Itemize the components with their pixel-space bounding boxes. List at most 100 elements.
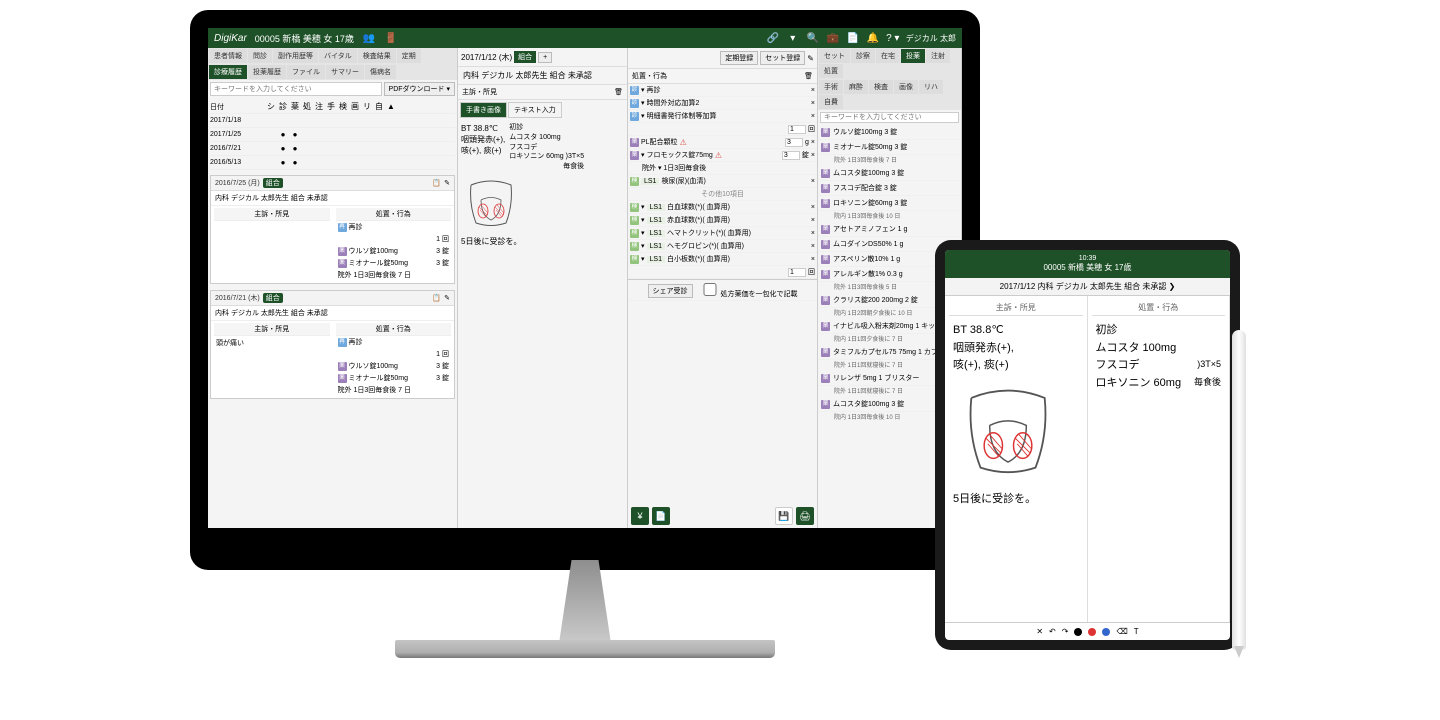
yen-button[interactable]: ¥: [631, 507, 649, 525]
drug-item[interactable]: 薬ウルソ錠100mg 3 錠: [818, 125, 961, 140]
edit-icon[interactable]: ✎: [444, 294, 450, 302]
close-icon[interactable]: ×: [811, 230, 815, 237]
search-input[interactable]: [210, 82, 382, 96]
pdf-download-button[interactable]: PDFダウンロード ▾: [384, 82, 455, 96]
drug-item[interactable]: 薬ロキソニン錠60mg 3 錠: [818, 196, 961, 211]
tab-regular[interactable]: 定期: [397, 49, 421, 63]
rtab-inject[interactable]: 注射: [926, 49, 950, 63]
share-button[interactable]: シェア受診: [648, 284, 693, 298]
tablet-handwriting-right[interactable]: 初診 ムコスタ 100mg フスコデ)3T×5 ロキソニン 60mg毎食後: [1092, 316, 1226, 398]
warning-icon: ⚠: [715, 151, 722, 160]
tab-interview[interactable]: 問診: [248, 49, 272, 63]
rtab-self[interactable]: 自費: [819, 95, 843, 109]
register-set-button[interactable]: セット登録: [760, 51, 805, 65]
rtab-rehab[interactable]: リハ: [919, 80, 943, 94]
print-button[interactable]: 🖨: [796, 507, 814, 525]
qty-input[interactable]: [788, 125, 806, 134]
color-blue[interactable]: [1102, 628, 1110, 636]
tab-handwrite[interactable]: 手書き画像: [460, 102, 507, 118]
warning-icon: ⚠: [680, 138, 687, 147]
rtab-image[interactable]: 画像: [894, 80, 918, 94]
drug-item[interactable]: 薬フスコデ配合錠 3 錠: [818, 181, 961, 196]
link-icon[interactable]: 🔗: [766, 31, 780, 45]
close-icon[interactable]: ×: [811, 178, 815, 185]
qty-input[interactable]: [782, 151, 800, 160]
copy-icon[interactable]: 📋: [432, 294, 441, 302]
tab-disease[interactable]: 傷病名: [365, 65, 396, 79]
tab-summary[interactable]: サマリー: [326, 65, 364, 79]
edit-icon[interactable]: ✎: [444, 179, 450, 187]
qty-input[interactable]: [785, 138, 803, 147]
help-icon[interactable]: ? ▾: [886, 31, 900, 45]
search-icon[interactable]: 🔍: [806, 31, 820, 45]
close-icon[interactable]: ✕: [1036, 627, 1043, 636]
door-icon[interactable]: 🚪: [384, 31, 398, 45]
briefcase-icon[interactable]: 💼: [826, 31, 840, 45]
user-name[interactable]: デジカル 太郎: [906, 33, 956, 44]
rtab-lab[interactable]: 検査: [869, 80, 893, 94]
date-row[interactable]: 2016/7/21●●: [210, 142, 455, 156]
tab-textinput[interactable]: テキスト入力: [508, 102, 562, 118]
doc-icon[interactable]: 📄: [846, 31, 860, 45]
close-icon[interactable]: ×: [811, 87, 815, 94]
color-black[interactable]: [1074, 628, 1082, 636]
tab-file[interactable]: ファイル: [287, 65, 325, 79]
tab-vital[interactable]: バイタル: [319, 49, 357, 63]
tab-patient[interactable]: 患者情報: [209, 49, 247, 63]
pack-checkbox[interactable]: [701, 283, 719, 296]
copy-icon[interactable]: 📋: [432, 179, 441, 187]
drug-item[interactable]: 薬ミオナール錠50mg 3 錠: [818, 140, 961, 155]
visit-card: 2016/7/25 (月)組合📋✎ 内科 デジカル 太郎先生 組合 未承認 主訴…: [210, 175, 455, 284]
text-icon[interactable]: T: [1134, 627, 1139, 636]
drug-item[interactable]: 薬アセトアミノフェン 1 g: [818, 222, 961, 237]
rtab-surgery[interactable]: 手術: [819, 80, 843, 94]
date-row[interactable]: 2016/5/13●●: [210, 156, 455, 170]
delete-icon[interactable]: 🗑: [804, 72, 813, 80]
add-button[interactable]: +: [538, 52, 552, 63]
close-icon[interactable]: ×: [811, 256, 815, 263]
tab-sideeffect[interactable]: 副作用歴等: [273, 49, 318, 63]
tab-labresult[interactable]: 検査結果: [358, 49, 396, 63]
patient-info: 00005 新橋 美穂 女 17歳: [255, 32, 354, 45]
register-regular-button[interactable]: 定期登録: [720, 51, 758, 65]
rtab-exam[interactable]: 診察: [851, 49, 875, 63]
drug-item[interactable]: 薬ムコスタ錠100mg 3 錠: [818, 166, 961, 181]
date-row[interactable]: 2017/1/25●●: [210, 128, 455, 142]
drug-search-input[interactable]: [820, 112, 959, 123]
throat-sketch-tablet: [953, 375, 1063, 485]
rtab-set[interactable]: セット: [819, 49, 850, 63]
delete-icon[interactable]: 🗑: [614, 88, 623, 96]
qty-input[interactable]: [788, 268, 806, 277]
undo-icon[interactable]: ↶: [1049, 627, 1056, 636]
edit-icon[interactable]: ✎: [807, 54, 814, 63]
redo-icon[interactable]: ↷: [1062, 627, 1069, 636]
close-icon[interactable]: ×: [811, 113, 815, 120]
rtab-home[interactable]: 在宅: [876, 49, 900, 63]
close-icon[interactable]: ×: [811, 100, 815, 107]
tablet-subtitle[interactable]: 2017/1/12 内科 デジカル 太郎先生 組合 未承認 ❯: [945, 278, 1230, 296]
save-button[interactable]: 💾: [775, 507, 793, 525]
left-tabs-r1: 患者情報 問診 副作用歴等 バイタル 検査結果 定期: [208, 48, 457, 64]
rtab-treat[interactable]: 処置: [819, 64, 843, 78]
users-icon[interactable]: 👥: [362, 31, 376, 45]
bell-icon[interactable]: 🔔: [866, 31, 880, 45]
close-icon[interactable]: ×: [811, 243, 815, 250]
rtab-med[interactable]: 投薬: [901, 49, 925, 63]
tablet-handwriting-left[interactable]: BT 38.8℃ 咽頭発赤(+), 咳(+), 痰(+) 5日後に受診を。: [949, 316, 1083, 515]
clip-icon[interactable]: ▾: [786, 31, 800, 45]
tab-history[interactable]: 診療履歴: [209, 65, 247, 79]
apple-pencil: [1232, 330, 1246, 650]
eraser-icon[interactable]: ⌫: [1116, 627, 1127, 636]
tab-medhistory[interactable]: 投薬履歴: [248, 65, 286, 79]
close-icon[interactable]: ×: [811, 139, 815, 146]
doc-button[interactable]: 📄: [652, 507, 670, 525]
close-icon[interactable]: ×: [811, 217, 815, 224]
handwriting-area[interactable]: BT 38.8℃ 咽頭発赤(+), 咳(+), 痰(+) 初診 ムコスタ 100…: [458, 120, 627, 250]
date-header: 日付: [210, 102, 265, 112]
close-icon[interactable]: ×: [811, 152, 815, 159]
app-header: DigiKar 00005 新橋 美穂 女 17歳 👥 🚪 🔗 ▾ 🔍 💼 📄 …: [208, 28, 962, 48]
color-red[interactable]: [1088, 628, 1096, 636]
date-row[interactable]: 2017/1/18: [210, 114, 455, 128]
rtab-anes[interactable]: 麻酔: [844, 80, 868, 94]
close-icon[interactable]: ×: [811, 204, 815, 211]
